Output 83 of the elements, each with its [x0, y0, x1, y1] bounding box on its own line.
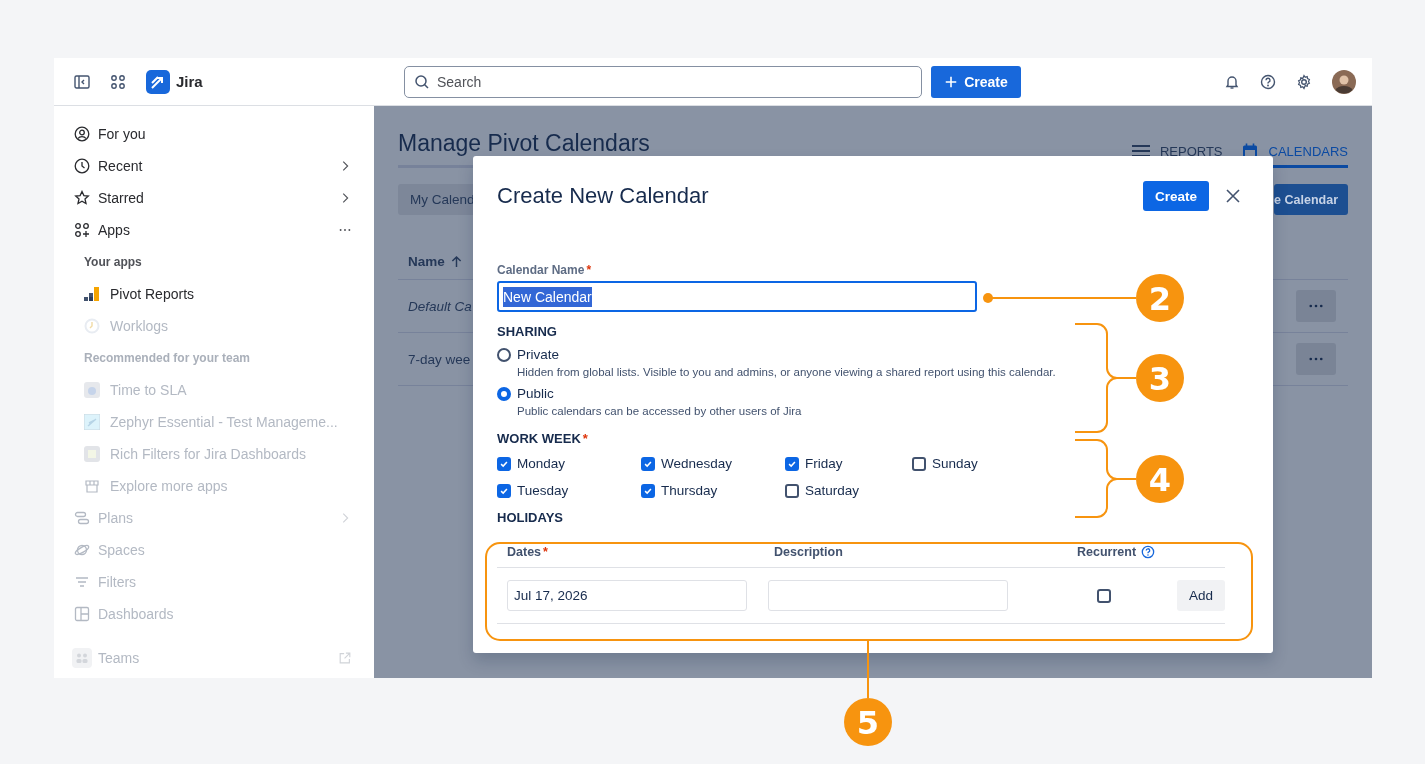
checkbox[interactable]: [785, 456, 799, 471]
star-icon: [74, 190, 90, 206]
close-icon[interactable]: [1225, 188, 1241, 204]
sidebar-item[interactable]: Starred: [54, 182, 352, 214]
grid-icon: [84, 446, 100, 462]
checkbox-label[interactable]: Friday: [805, 456, 843, 471]
checkbox[interactable]: [1096, 588, 1111, 603]
checkbox-label[interactable]: Wednesday: [661, 456, 733, 471]
feather-icon: [84, 414, 100, 430]
dashboard-icon: [74, 606, 90, 622]
checkbox[interactable]: [497, 483, 511, 498]
app-switcher-icon[interactable]: [110, 73, 126, 90]
clock-icon: [74, 158, 90, 174]
people-icon: [72, 648, 92, 668]
option-description: Hidden from global lists. Visible to you and admins, or anyone viewing a shared report using this calendar.: [517, 366, 1057, 378]
list-icon: [1131, 143, 1150, 159]
stopwatch-icon: [84, 382, 100, 398]
add-button[interactable]: Add: [1176, 580, 1225, 611]
dialog-title: Create New Calendar: [497, 183, 710, 209]
callout-number: 4: [1136, 455, 1184, 503]
checkbox[interactable]: [641, 456, 655, 471]
section-heading: Your apps: [83, 254, 143, 271]
person-icon: [74, 126, 90, 142]
callout-number: 5: [844, 698, 892, 746]
column-header: Recurrent: [1077, 545, 1137, 559]
table-cell: 7-day wee: [408, 351, 471, 367]
name-field[interactable]: New Calendar: [497, 281, 977, 312]
bar-chart-icon: [84, 286, 100, 302]
leader-line: [867, 640, 869, 699]
avatar[interactable]: [1332, 69, 1356, 94]
filter-icon: [74, 574, 90, 590]
radio-button[interactable]: [497, 386, 511, 401]
checkbox-label[interactable]: Saturday: [805, 483, 860, 498]
jira-logo-icon[interactable]: [146, 69, 170, 94]
notifications-icon[interactable]: [1224, 73, 1240, 90]
callout-number: 2: [1136, 274, 1184, 322]
more-icon: [1309, 304, 1323, 308]
section-heading: SHARING: [497, 324, 558, 339]
tab[interactable]: REPORTS: [1131, 143, 1223, 168]
new-calendar-button[interactable]: e Calendar: [1274, 184, 1348, 215]
clock-icon: [84, 318, 100, 334]
column-header: Description: [774, 545, 843, 559]
radio-label[interactable]: Public: [517, 386, 554, 401]
checkbox-label[interactable]: Thursday: [661, 483, 718, 498]
radio-button[interactable]: [497, 347, 511, 362]
checkbox[interactable]: [912, 456, 926, 471]
option-description: Public calendars can be accessed by other users of Jira: [517, 405, 803, 417]
checkbox[interactable]: [497, 456, 511, 471]
search-field[interactable]: Search: [404, 65, 922, 98]
create-button[interactable]: Create: [931, 65, 1021, 98]
plus-icon: [944, 74, 959, 89]
more-icon: [1309, 357, 1323, 361]
sidebar-item[interactable]: Pivot Reports: [54, 278, 352, 310]
search-icon: [414, 73, 430, 90]
checkbox-label[interactable]: Tuesday: [517, 483, 569, 498]
description-field[interactable]: [768, 580, 1009, 611]
callout-number: 3: [1136, 354, 1184, 402]
store-icon: [84, 478, 100, 494]
help-icon[interactable]: [1260, 73, 1276, 90]
field-label: Calendar Name *: [497, 263, 593, 277]
product-name[interactable]: Jira: [176, 73, 203, 90]
radio-label[interactable]: Private: [517, 347, 560, 362]
settings-icon[interactable]: [1296, 73, 1312, 90]
checkbox[interactable]: [641, 483, 655, 498]
checkbox-label[interactable]: Sunday: [932, 456, 978, 471]
sidebar-item[interactable]: Recent: [54, 150, 352, 182]
checkbox[interactable]: [785, 483, 799, 498]
sidebar-toggle-icon[interactable]: [74, 73, 90, 90]
plans-icon: [74, 510, 90, 526]
apps-icon: [74, 222, 90, 238]
checkbox-label[interactable]: Monday: [517, 456, 566, 471]
column-header[interactable]: Name: [398, 253, 462, 269]
sidebar-item[interactable]: For you: [54, 118, 352, 150]
section-heading: Recommended for your team: [83, 350, 252, 367]
table-cell: Default Ca: [408, 298, 472, 314]
date-field[interactable]: Jul 17, 2026: [507, 580, 747, 611]
sidebar-item[interactable]: Apps: [54, 214, 352, 246]
column-header: Dates *: [507, 545, 548, 559]
create-button[interactable]: Create: [1142, 181, 1209, 211]
section-heading: HOLIDAYS: [497, 510, 564, 525]
section-heading: WORK WEEK*: [497, 431, 589, 446]
help-icon[interactable]: [1141, 545, 1155, 559]
planet-icon: [74, 542, 90, 558]
